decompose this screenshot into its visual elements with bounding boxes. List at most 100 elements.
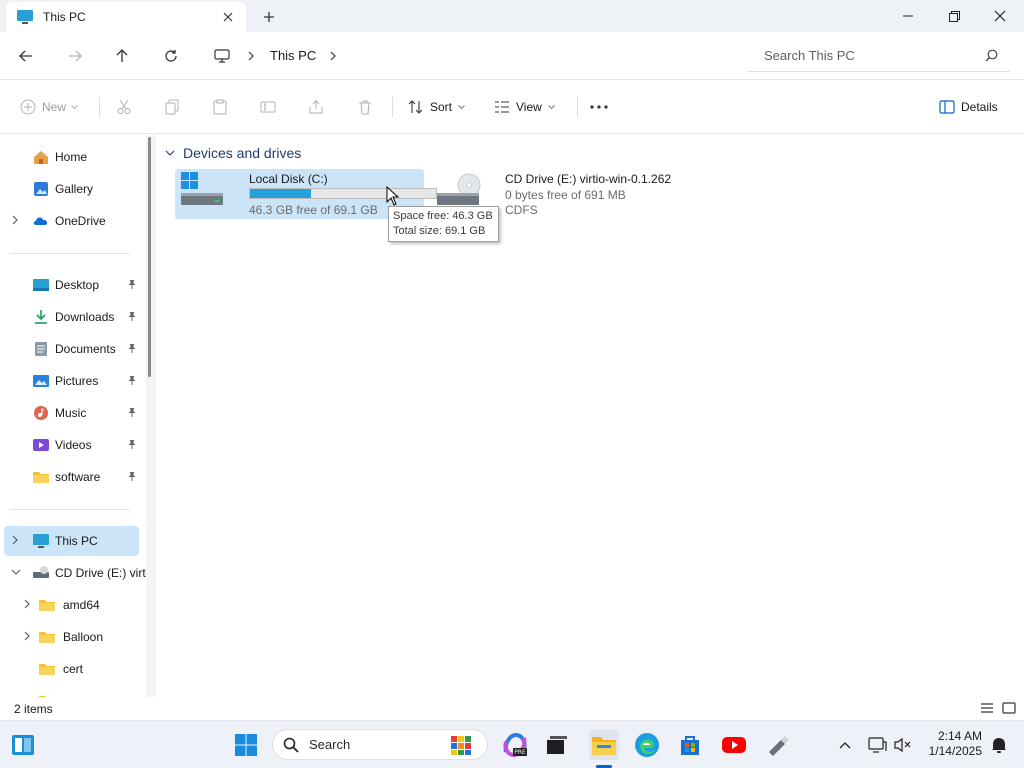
file-explorer-taskbar-button[interactable] [589,730,619,760]
chevron-right-icon[interactable] [330,51,337,61]
nav-label: Pictures [55,374,99,388]
ellipsis-icon [590,105,608,109]
cd-drive-icon [435,171,481,211]
nav-item-videos[interactable]: Videos [4,430,139,460]
close-button[interactable] [977,0,1023,32]
back-button[interactable] [12,44,40,68]
chevron-right-icon[interactable] [12,535,18,545]
show-hidden-icons-button[interactable] [830,730,860,760]
music-icon [32,405,50,421]
address-bar[interactable]: This PC [202,39,734,72]
folder-icon [38,661,56,677]
folder-icon [38,597,56,613]
nav-label: Desktop [55,278,100,292]
details-button[interactable]: Details [939,95,998,119]
nav-item-this-pc[interactable]: This PC [4,526,139,556]
youtube-icon [722,737,746,753]
nav-item-downloads[interactable]: Downloads [4,302,139,332]
more-options-button[interactable] [590,95,608,119]
rubiks-cube-icon [449,734,473,756]
rename-icon [260,101,276,113]
nav-label: software [55,470,101,484]
nav-item-cd-drive[interactable]: CD Drive (E:) virtio-win-0.1.262 [4,558,146,588]
minimize-button[interactable] [885,0,931,32]
windows-drive-icon [179,171,225,211]
scissors-icon [117,99,131,114]
drive-space-info: 46.3 GB free of 69.1 GB [249,203,378,217]
chevron-down-icon [165,150,175,156]
share-button[interactable] [308,95,324,119]
maximize-button[interactable] [931,0,977,32]
drive-filesystem: CDFS [505,203,538,217]
nav-item-gallery[interactable]: Gallery [4,174,139,204]
youtube-button[interactable] [719,730,749,760]
group-header[interactable]: Devices and drives [165,145,301,161]
new-tab-button[interactable] [258,8,280,26]
clock[interactable]: 2:14 AM 1/14/2025 [912,729,982,759]
chevron-right-icon[interactable] [12,215,18,225]
rename-button[interactable] [260,95,276,119]
nav-scrollbar[interactable] [146,135,156,697]
navigation-pane: Home Gallery OneDrive Desktop Downloads [0,135,146,697]
cut-button[interactable] [116,95,132,119]
pc-icon [32,533,50,549]
task-view-button[interactable] [542,730,572,760]
search-input[interactable]: Search This PC [748,39,1010,72]
clock-time: 2:14 AM [937,729,982,743]
tiles-view-toggle[interactable] [1000,700,1018,716]
notification-bell-icon [992,738,1006,753]
widgets-icon [12,735,34,755]
new-button[interactable]: New [20,95,78,119]
nav-item-pictures[interactable]: Pictures [4,366,139,396]
sort-button[interactable]: Sort [408,95,465,119]
scrollbar-thumb[interactable] [148,137,151,377]
nav-item-software[interactable]: software [4,462,139,492]
usb-app-button[interactable] [764,730,794,760]
title-bar: This PC [0,0,1024,32]
details-view-toggle[interactable] [978,700,996,716]
nav-label: This PC [55,534,98,548]
search-icon [985,49,998,62]
speaker-muted-icon [894,737,911,753]
desktop-icon [32,277,50,293]
downloads-icon [32,309,50,325]
delete-button[interactable] [357,95,373,119]
monitor-icon [214,48,230,63]
nav-item-amd64[interactable]: amd64 [16,590,146,620]
store-button[interactable] [675,730,705,760]
nav-label: cert [63,662,84,676]
copilot-button[interactable]: PRE [500,730,530,760]
breadcrumb-this-pc[interactable]: This PC [270,48,316,63]
chevron-down-icon[interactable] [11,569,21,575]
nav-item-partial-folder[interactable] [16,686,146,697]
nav-item-cert[interactable]: cert [16,654,146,684]
widgets-button[interactable] [8,730,38,760]
nav-item-balloon[interactable]: Balloon [16,622,146,652]
nav-item-home[interactable]: Home [4,142,139,172]
copilot-icon: PRE [503,732,527,758]
view-label: View [516,100,542,114]
chevron-right-icon[interactable] [24,631,30,641]
chevron-right-icon[interactable] [248,51,254,61]
content-area: Devices and drives Local Disk (C:) 46.3 … [157,135,1024,697]
refresh-button[interactable] [157,44,185,68]
nav-item-desktop[interactable]: Desktop [4,270,139,300]
chevron-right-icon[interactable] [24,599,30,609]
close-tab-icon[interactable] [220,9,236,25]
nav-item-music[interactable]: Music [4,398,139,428]
nav-item-documents[interactable]: Documents [4,334,139,364]
taskbar-search-box[interactable]: Search [272,729,488,760]
edge-button[interactable] [632,730,662,760]
view-button[interactable]: View [494,95,555,119]
notifications-button[interactable] [984,730,1014,760]
copy-button[interactable] [164,95,180,119]
paste-button[interactable] [212,95,228,119]
status-bar: 2 items [0,697,1024,720]
folder-icon [32,469,50,485]
start-button[interactable] [231,730,261,760]
forward-button[interactable] [61,44,89,68]
up-button[interactable] [108,44,136,68]
nav-item-onedrive[interactable]: OneDrive [4,206,139,236]
network-icon [868,737,887,753]
tab-this-pc[interactable]: This PC [6,2,246,32]
